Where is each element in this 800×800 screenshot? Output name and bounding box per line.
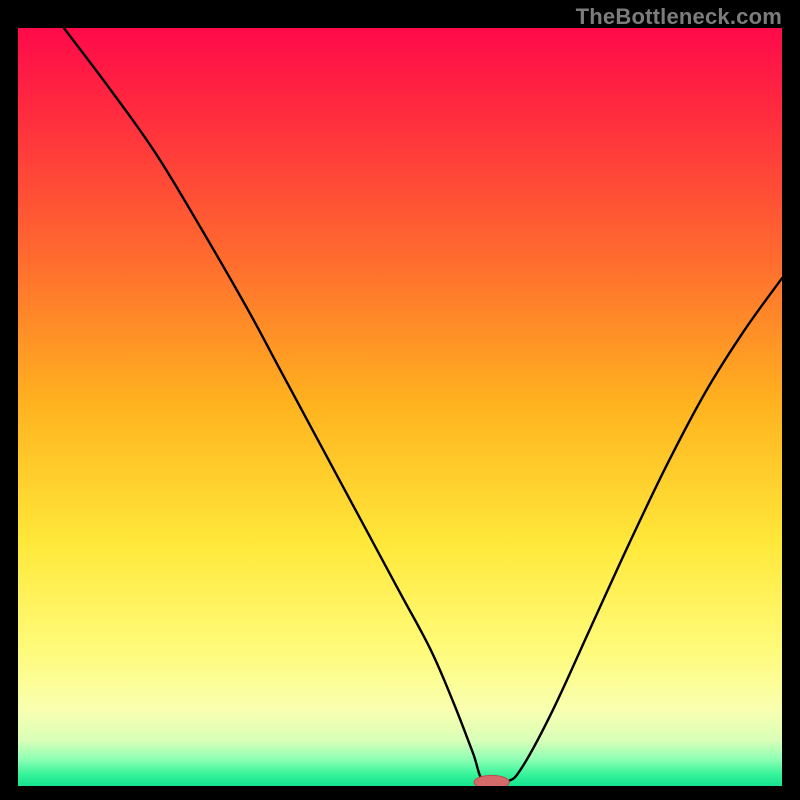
watermark-text: TheBottleneck.com [576,4,782,30]
plot-area [18,28,782,786]
optimal-marker [474,775,509,786]
gradient-background [18,28,782,786]
chart-svg [18,28,782,786]
chart-frame: TheBottleneck.com [0,0,800,800]
